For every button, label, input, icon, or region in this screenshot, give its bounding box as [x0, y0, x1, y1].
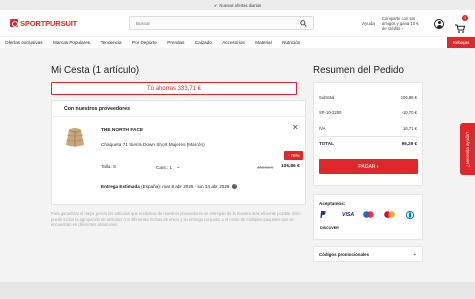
chevron-down-icon[interactable]: ⌄	[413, 251, 417, 257]
mastercard-icon	[384, 211, 395, 219]
nav-item-nutricion[interactable]: Nutrición	[282, 40, 300, 45]
shopping-cart-icon[interactable]	[455, 20, 466, 33]
sportpursuit-logo[interactable]: SPORTPURSUIT	[10, 19, 77, 28]
remove-item-close-icon[interactable]: ✕	[292, 124, 299, 132]
visa-logo: VISA	[342, 212, 355, 218]
cart-count-badge: 1	[462, 15, 468, 21]
total-value: 96,29 €	[401, 141, 417, 146]
top-announcement-bar: ✔ Nuevas ofertas diarias	[0, 0, 475, 10]
order-summary-panel: Subtotal 106,86 € SP-10-3290 -10,70 € IV…	[313, 82, 423, 186]
product-image[interactable]	[64, 125, 86, 149]
logo-text: SPORTPURSUIT	[20, 18, 78, 28]
diners-club-icon	[405, 210, 415, 220]
product-brand[interactable]: THE NORTH FACE	[101, 128, 143, 133]
delivery-dates: (España): mar 8 abr 2025 - lun 14 abr 20…	[141, 184, 230, 189]
accepted-payments-title: Aceptamos:	[319, 201, 346, 206]
discount-code-value: -10,70 €	[401, 110, 417, 115]
supplier-heading: Con nuestros proveedores	[52, 101, 305, 117]
subtotal-label: Subtotal	[319, 95, 335, 100]
user-account-icon[interactable]	[434, 19, 444, 29]
original-price: 440,55 €	[257, 165, 274, 170]
quantity-label: Cant.: 1	[156, 164, 173, 170]
nav-item-accesorios[interactable]: Accesorios	[222, 40, 244, 45]
accepted-payments-panel: Aceptamos: VISA DISCOVER	[313, 194, 423, 240]
chevron-down-icon[interactable]: ⌄	[176, 164, 180, 170]
search-icon[interactable]	[300, 19, 307, 27]
checkmark-icon: ✔	[213, 2, 218, 8]
nav-item-tendencia[interactable]: Tendencia	[101, 40, 122, 45]
subtotal-value: 106,86 €	[400, 95, 417, 100]
pay-button[interactable]: PAGAR ›	[319, 159, 418, 174]
logo-mark-icon	[10, 19, 18, 27]
nav-item-rebajas[interactable]: Rebajas	[447, 37, 475, 48]
shipping-disclaimer: Para garantizar el mejor precio los artí…	[51, 211, 301, 228]
savings-banner: Tú ahorras 333,71 €	[51, 82, 297, 95]
referral-promo-link[interactable]: Comparte con tus amigos y gana 10 € de c…	[382, 16, 422, 31]
discount-badge: - 76%	[284, 151, 304, 160]
search-input[interactable]	[136, 20, 296, 26]
nav-item-marcas-populares[interactable]: Marcas Populares	[53, 40, 90, 45]
summary-divider	[319, 136, 417, 137]
help-side-tab[interactable]: ¿Necesita ayuda?	[460, 123, 475, 175]
main-navigation: Ofertas exclusivas Marcas Populares Tend…	[0, 36, 475, 48]
discount-code-label: SP-10-3290	[319, 110, 342, 115]
delivery-label: Entrega Estimada	[101, 184, 140, 189]
maestro-icon	[363, 211, 374, 219]
help-link[interactable]: Ayuda	[362, 21, 375, 26]
promo-codes-label: Códigos promocionales	[319, 251, 370, 257]
iva-value: 16,71 €	[403, 126, 417, 131]
nav-item-material[interactable]: Material	[255, 40, 271, 45]
cart-supplier-group: Con nuestros proveedores THE NORTH FACE …	[51, 100, 306, 205]
summary-row-discount-code: SP-10-3290 -10,70 €	[319, 110, 417, 115]
iva-label: IVA	[319, 126, 326, 131]
order-summary-title: Resumen del Pedido	[313, 65, 404, 76]
nav-item-prendas[interactable]: Prendas	[167, 40, 184, 45]
footer	[0, 282, 475, 299]
summary-row-iva: IVA 16,71 €	[319, 126, 417, 131]
cart-title: Mi Cesta (1 artículo)	[51, 65, 140, 76]
sale-price: 106,86 €	[281, 164, 300, 169]
search-bar[interactable]	[129, 16, 314, 30]
nav-item-ofertas-exclusivas[interactable]: Ofertas exclusivas	[5, 40, 43, 45]
total-label: TOTAL	[319, 141, 334, 146]
product-name[interactable]: Chaqueta 71 Sierra Down Short Mujeres (M…	[101, 142, 205, 147]
promo-codes-accordion[interactable]: Códigos promocionales ⌄	[313, 246, 423, 262]
site-header: SPORTPURSUIT Ayuda Comparte con tus amig…	[0, 10, 475, 36]
summary-row-total: TOTAL 96,29 €	[319, 141, 417, 146]
summary-row-subtotal: Subtotal 106,86 €	[319, 95, 417, 100]
info-icon[interactable]: ?	[232, 184, 238, 189]
estimated-delivery: Entrega Estimada (España): mar 8 abr 202…	[101, 184, 238, 189]
nav-item-por-deporte[interactable]: Por Deporte	[132, 40, 157, 45]
product-size: Talla: S	[101, 164, 117, 169]
announcement-text: Nuevas ofertas diarias	[219, 2, 262, 8]
paypal-icon	[320, 211, 326, 219]
discover-logo: DISCOVER	[320, 226, 339, 230]
quantity-selector[interactable]: Cant.: 1 ⌄	[156, 164, 180, 170]
nav-item-calzado[interactable]: Calzado	[195, 40, 212, 45]
